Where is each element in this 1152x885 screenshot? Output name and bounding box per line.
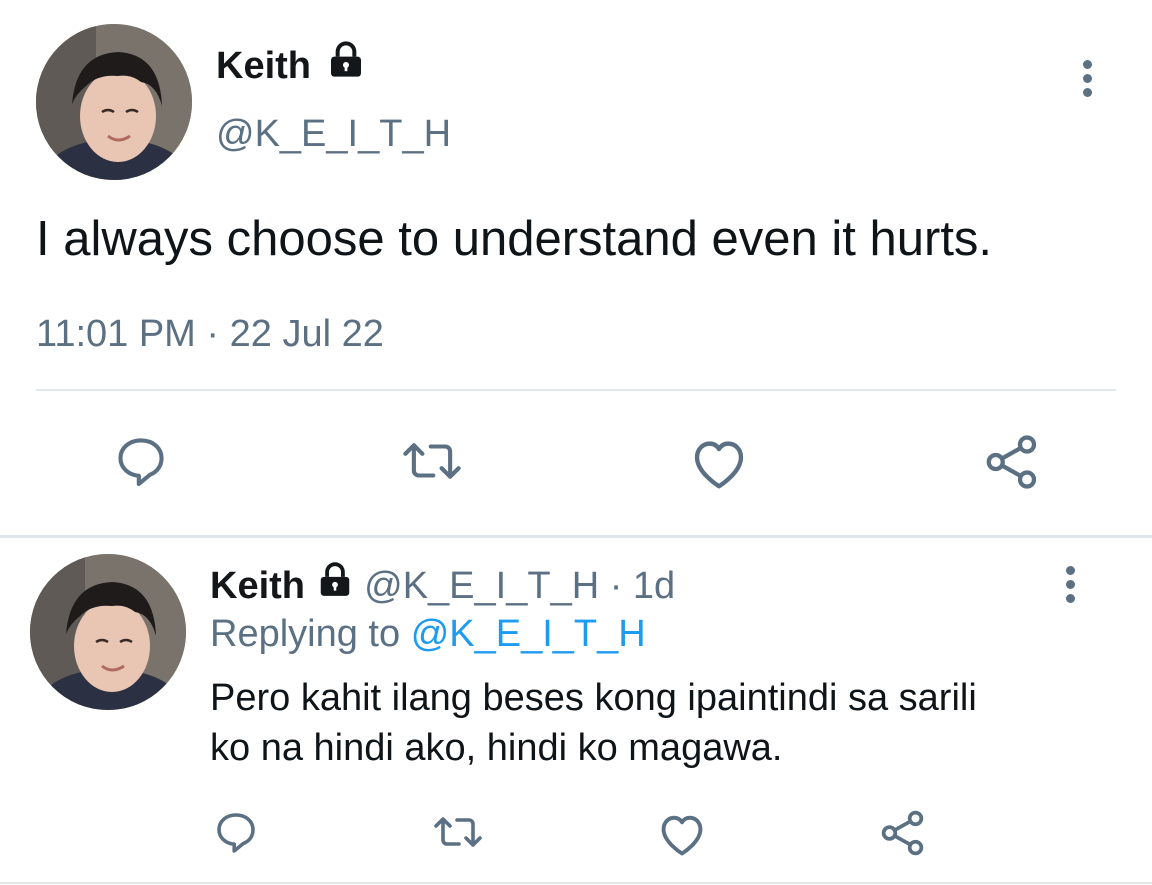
reply-age[interactable]: 1d xyxy=(633,565,675,607)
lock-icon xyxy=(316,561,354,609)
reply-text-line1: Pero kahit ilang beses kong ipaintindi s… xyxy=(210,677,977,719)
like-icon[interactable] xyxy=(656,810,708,858)
section-divider xyxy=(0,535,1152,538)
reply-author-handle[interactable]: @K_E_I_T_H xyxy=(364,565,599,607)
reply-separator: · xyxy=(609,565,623,607)
share-icon[interactable] xyxy=(878,808,928,858)
retweet-icon[interactable] xyxy=(398,432,466,490)
like-icon[interactable] xyxy=(688,434,750,492)
reply-author-name[interactable]: Keith xyxy=(210,565,305,607)
reply-icon[interactable] xyxy=(112,432,170,490)
replying-handle-link[interactable]: @K_E_I_T_H xyxy=(411,613,646,655)
tweet-time[interactable]: 11:01 PM xyxy=(36,313,196,355)
reply-text-line2: ko na hindi ako, hindi ko magawa. xyxy=(210,727,783,769)
replying-prefix: Replying to xyxy=(210,613,401,655)
tweet-text: I always choose to understand even it hu… xyxy=(36,212,993,266)
reply-author-avatar[interactable] xyxy=(30,554,186,710)
tweet-timestamp[interactable]: 11:01 PM · 22 Jul 22 xyxy=(36,312,384,356)
timestamp-separator: · xyxy=(206,313,220,355)
retweet-icon[interactable] xyxy=(430,808,486,856)
reply-header: Keith @K_E_I_T_H · 1d xyxy=(210,561,675,609)
author-name[interactable]: Keith xyxy=(216,41,366,90)
lock-icon xyxy=(326,40,366,90)
replying-to: Replying to @K_E_I_T_H xyxy=(210,612,646,656)
reply-icon[interactable] xyxy=(212,808,260,856)
tweet-date[interactable]: 22 Jul 22 xyxy=(230,313,384,355)
reply-more-options-icon[interactable] xyxy=(1066,566,1076,608)
divider xyxy=(36,389,1116,391)
more-options-icon[interactable] xyxy=(1083,60,1093,102)
author-handle[interactable]: @K_E_I_T_H xyxy=(216,112,451,156)
bottom-divider xyxy=(0,882,1152,884)
author-avatar[interactable] xyxy=(36,24,192,180)
author-name-text[interactable]: Keith xyxy=(216,45,311,87)
share-icon[interactable] xyxy=(982,432,1042,492)
